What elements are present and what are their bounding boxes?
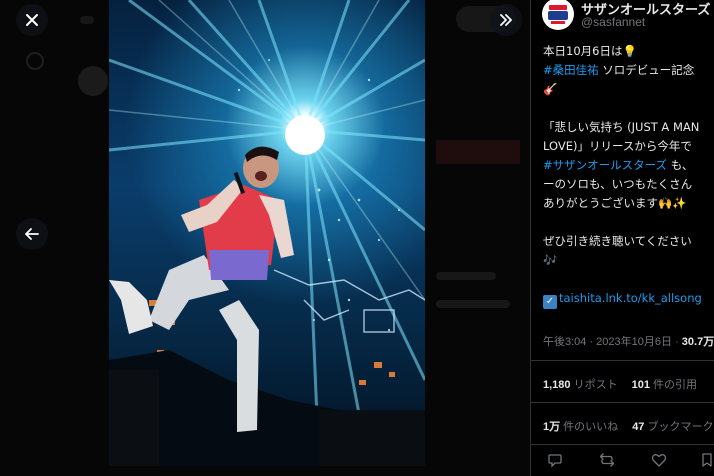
tweet-link[interactable]: taishita.lnk.to/kk_allsong (559, 291, 702, 305)
bookmark-icon (702, 453, 712, 467)
tweet-line: #桑田佳祐 ソロデビュー記念 (543, 61, 714, 80)
concert-photo-art (109, 0, 425, 466)
tweet-line: LOVE)」リリースから今年で (543, 137, 714, 156)
handle[interactable]: @sasfannet (581, 15, 645, 29)
repost-button[interactable] (599, 452, 619, 472)
close-icon (26, 14, 38, 26)
tweet-text-segment: ありがとうございます (543, 196, 658, 210)
music-notes-icon: 🎶 (543, 253, 558, 267)
sparkles-icon: ✨ (672, 196, 687, 210)
background-text (436, 272, 496, 280)
bookmark-button[interactable] (699, 452, 714, 472)
double-chevron-right-icon (500, 14, 512, 26)
bookmarks-count[interactable]: 47 (632, 421, 644, 433)
avatar[interactable] (542, 0, 574, 30)
like-button[interactable] (651, 452, 671, 472)
background-text (436, 300, 510, 308)
views-count: 30.7万 (681, 336, 714, 348)
background-avatar (78, 66, 108, 96)
guitar-icon: 🎸 (543, 82, 558, 96)
tweet-line: 「悲しい気持ち (JUST A MAN (543, 118, 714, 137)
close-button[interactable] (16, 4, 48, 36)
timestamp-text[interactable]: 午後3:04 · 2023年10月6日 · (543, 336, 682, 348)
tweet-text-segment: 本日10月6日は (543, 44, 623, 58)
background-banner (436, 140, 520, 164)
tweet-line: ーのソロも、いつもたくさん (543, 175, 714, 194)
repost-stats: 1,180 リポスト 101 件の引用 (543, 376, 697, 392)
tweet-link-line: ✓ taishita.lnk.to/kk_allsong (543, 289, 714, 309)
tweet-actions (531, 452, 714, 474)
tweet-text-segment: ぜひ引き続き聴いてください (543, 234, 692, 248)
tweet-text-segment: も、 (667, 158, 694, 172)
bookmarks-label[interactable]: ブックマーク (644, 421, 713, 433)
divider (531, 402, 714, 403)
tweet-line: ぜひ引き続き聴いてください (543, 232, 714, 251)
hashtag-link[interactable]: #サザンオールスターズ (543, 158, 667, 172)
quotes-count[interactable]: 101 (632, 379, 650, 391)
concert-photo[interactable] (109, 0, 425, 466)
background-text (80, 16, 94, 24)
repost-icon (599, 453, 615, 467)
retweets-count[interactable]: 1,180 (543, 379, 571, 391)
lightbulb-icon: 💡 (622, 44, 637, 58)
hashtag-link[interactable]: #桑田佳祐 (543, 63, 599, 77)
tweet-timestamp: 午後3:04 · 2023年10月6日 · 30.7万 (543, 333, 714, 349)
media-viewer (0, 0, 530, 476)
tweet-text-segment: LOVE)」リリースから今年で (543, 139, 692, 153)
tweet-text-segment: 「悲しい気持ち (JUST A MAN (543, 120, 700, 134)
tweet-line: 🎸 (543, 80, 714, 99)
tweet-line: ありがとうございます🙌✨ (543, 194, 714, 213)
collapse-panel-button[interactable] (490, 4, 522, 36)
arrow-left-icon (25, 228, 39, 240)
gear-icon (26, 52, 44, 70)
divider (531, 360, 714, 361)
tweet-header: サザンオールスターズ of @sasfannet (531, 0, 714, 36)
likes-count[interactable]: 1万 (543, 421, 560, 433)
checkmark-icon: ✓ (543, 295, 557, 309)
raised-hands-icon: 🙌 (658, 196, 673, 210)
quotes-label[interactable]: 件の引用 (650, 379, 697, 391)
retweets-label[interactable]: リポスト (571, 379, 618, 391)
tweet-line: #サザンオールスターズ も、 (543, 156, 714, 175)
tweet-line: 🎶 (543, 251, 714, 270)
like-stats: 1万 件のいいね 47 ブックマーク (543, 418, 714, 434)
tweet-text: 本日10月6日は💡 #桑田佳祐 ソロデビュー記念 🎸 「悲しい気持ち (JUST… (543, 42, 714, 309)
tweet-text-segment: ーのソロも、いつもたくさん (543, 177, 693, 191)
tweet-text-segment: ソロデビュー記念 (598, 63, 695, 77)
divider (531, 444, 714, 445)
reply-button[interactable] (547, 452, 567, 472)
tweet-panel: サザンオールスターズ of @sasfannet 本日10月6日は💡 #桑田佳祐… (530, 0, 714, 476)
likes-label[interactable]: 件のいいね (560, 421, 618, 433)
heart-icon (651, 454, 667, 467)
reply-icon (548, 454, 562, 468)
tweet-line: 本日10月6日は💡 (543, 42, 714, 61)
previous-media-button[interactable] (16, 218, 48, 250)
